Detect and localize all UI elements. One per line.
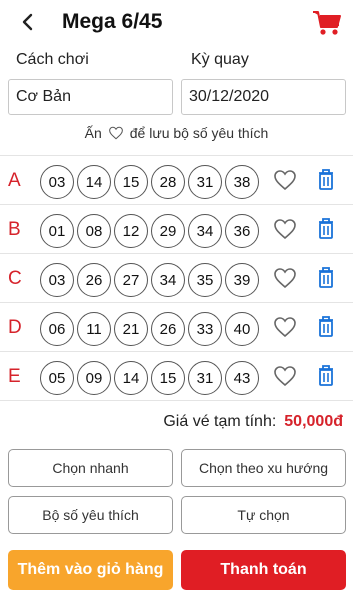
price-amount: 50,000đ [284, 413, 343, 430]
ticket-row: E 05 09 14 15 31 43 [0, 351, 353, 400]
number-balls: 06 11 21 26 33 40 [40, 312, 259, 346]
number-ball[interactable]: 21 [114, 312, 148, 346]
number-ball[interactable]: 29 [151, 214, 185, 248]
number-ball[interactable]: 06 [40, 312, 74, 346]
heart-icon [274, 268, 296, 289]
number-ball[interactable]: 14 [77, 165, 111, 199]
row-letter: C [8, 268, 22, 289]
price-summary: Giá vé tạm tính: 50,000đ [163, 413, 343, 431]
number-ball[interactable]: 11 [77, 312, 111, 346]
number-ball[interactable]: 09 [77, 361, 111, 395]
heart-icon [274, 219, 296, 240]
delete-row-button[interactable] [316, 216, 336, 240]
favorite-button[interactable] [273, 365, 297, 387]
row-letter: E [8, 366, 21, 387]
favorites-button[interactable]: Bộ số yêu thích [8, 496, 173, 534]
ticket-row: B 01 08 12 29 34 36 [0, 204, 353, 253]
trash-icon [319, 218, 333, 239]
trash-icon [319, 267, 333, 288]
number-ball[interactable]: 34 [188, 214, 222, 248]
self-pick-button[interactable]: Tự chọn [181, 496, 346, 534]
number-ball[interactable]: 01 [40, 214, 74, 248]
delete-row-button[interactable] [316, 167, 336, 191]
number-ball[interactable]: 33 [188, 312, 222, 346]
back-button[interactable] [14, 8, 42, 36]
favorite-button[interactable] [273, 169, 297, 191]
heart-icon [274, 170, 296, 191]
ticket-row: C 03 26 27 34 35 39 [0, 253, 353, 302]
delete-row-button[interactable] [316, 363, 336, 387]
favorite-button[interactable] [273, 267, 297, 289]
number-ball[interactable]: 36 [225, 214, 259, 248]
number-ball[interactable]: 31 [188, 361, 222, 395]
shopping-cart-icon [313, 11, 341, 35]
delete-row-button[interactable] [316, 314, 336, 338]
number-ball[interactable]: 35 [188, 263, 222, 297]
heart-icon [274, 366, 296, 387]
number-ball[interactable]: 03 [40, 165, 74, 199]
number-ball[interactable]: 26 [151, 312, 185, 346]
number-ball[interactable]: 12 [114, 214, 148, 248]
checkout-button[interactable]: Thanh toán [181, 550, 346, 590]
delete-row-button[interactable] [316, 265, 336, 289]
draw-date-select[interactable]: 30/12/2020 [181, 79, 346, 115]
row-divider [0, 400, 353, 401]
number-ball[interactable]: 39 [225, 263, 259, 297]
trend-pick-button[interactable]: Chọn theo xu hướng [181, 449, 346, 487]
heart-icon [108, 126, 123, 140]
heart-icon [274, 317, 296, 338]
number-ball[interactable]: 38 [225, 165, 259, 199]
page-title: Mega 6/45 [62, 10, 163, 33]
number-ball[interactable]: 28 [151, 165, 185, 199]
play-type-select[interactable]: Cơ Bản [8, 79, 173, 115]
number-ball[interactable]: 40 [225, 312, 259, 346]
app-header: Mega 6/45 [0, 0, 353, 44]
play-type-label: Cách chơi [16, 51, 89, 68]
number-ball[interactable]: 14 [114, 361, 148, 395]
number-ball[interactable]: 43 [225, 361, 259, 395]
hint-suffix: để lưu bộ số yêu thích [129, 125, 269, 141]
ticket-row: A 03 14 15 28 31 38 [0, 155, 353, 204]
draw-date-label: Kỳ quay [191, 51, 249, 68]
add-to-cart-button[interactable]: Thêm vào giỏ hàng [8, 550, 173, 590]
favorite-button[interactable] [273, 218, 297, 240]
row-letter: D [8, 317, 22, 338]
number-balls: 05 09 14 15 31 43 [40, 361, 259, 395]
number-balls: 01 08 12 29 34 36 [40, 214, 259, 248]
number-ball[interactable]: 27 [114, 263, 148, 297]
quick-pick-button[interactable]: Chọn nhanh [8, 449, 173, 487]
number-ball[interactable]: 15 [114, 165, 148, 199]
cart-button[interactable] [311, 6, 343, 38]
row-letter: A [8, 170, 21, 191]
trash-icon [319, 316, 333, 337]
price-label: Giá vé tạm tính: [163, 413, 277, 430]
number-ball[interactable]: 34 [151, 263, 185, 297]
hint-prefix: Ấn [84, 125, 102, 141]
number-ball[interactable]: 15 [151, 361, 185, 395]
favorite-button[interactable] [273, 316, 297, 338]
row-letter: B [8, 219, 21, 240]
number-ball[interactable]: 31 [188, 165, 222, 199]
number-ball[interactable]: 26 [77, 263, 111, 297]
number-ball[interactable]: 08 [77, 214, 111, 248]
favorite-hint: Ấn để lưu bộ số yêu thích [0, 125, 353, 141]
trash-icon [319, 365, 333, 386]
ticket-row: D 06 11 21 26 33 40 [0, 302, 353, 351]
number-ball[interactable]: 03 [40, 263, 74, 297]
trash-icon [319, 169, 333, 190]
number-ball[interactable]: 05 [40, 361, 74, 395]
number-balls: 03 26 27 34 35 39 [40, 263, 259, 297]
chevron-left-icon [22, 13, 33, 31]
number-balls: 03 14 15 28 31 38 [40, 165, 259, 199]
